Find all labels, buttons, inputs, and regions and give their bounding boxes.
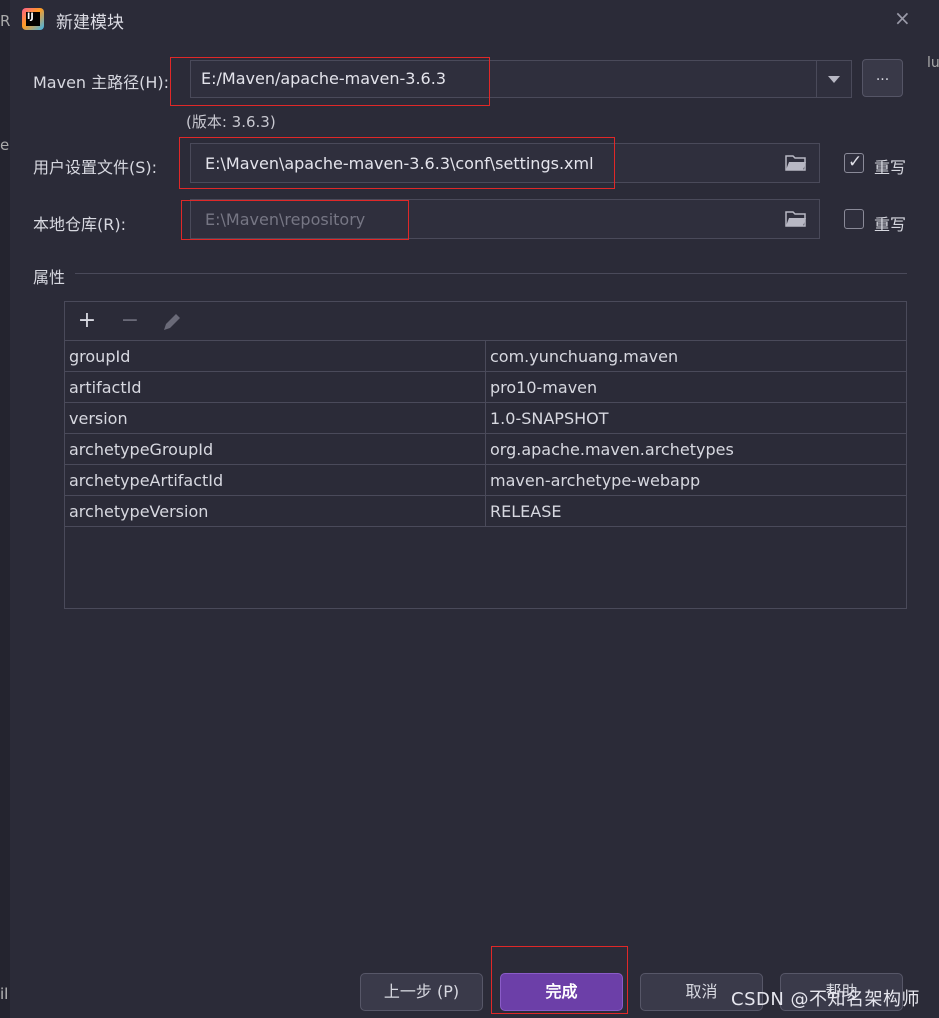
table-row[interactable]: archetypeGroupId org.apache.maven.archety… (65, 433, 906, 465)
property-key[interactable]: archetypeGroupId (65, 433, 486, 465)
folder-icon[interactable] (785, 154, 807, 171)
maven-home-value: E:/Maven/apache-maven-3.6.3 (201, 69, 446, 88)
property-key[interactable]: groupId (65, 341, 486, 372)
property-value[interactable]: RELEASE (485, 495, 906, 527)
plus-icon[interactable]: + (73, 308, 101, 336)
local-repo-value: E:\Maven\repository (205, 210, 366, 229)
user-settings-field[interactable]: E:\Maven\apache-maven-3.6.3\conf\setting… (190, 143, 820, 183)
properties-section-title: 属性 (33, 268, 66, 287)
background-fragment: il (0, 985, 9, 1003)
user-settings-label: 用户设置文件(S): (33, 158, 158, 177)
property-key[interactable]: artifactId (65, 371, 486, 403)
table-row[interactable]: groupId com.yunchuang.maven (65, 341, 906, 372)
background-fragment: e (0, 136, 10, 154)
properties-table: groupId com.yunchuang.maven artifactId pro1… (65, 341, 906, 527)
table-row[interactable]: archetypeArtifactId maven-archetype-webap… (65, 464, 906, 496)
dialog-title: 新建模块 (56, 13, 124, 33)
properties-toolbar: + − (65, 302, 906, 341)
edit-icon[interactable] (160, 310, 184, 334)
maven-home-browse-button[interactable]: ... (862, 59, 903, 97)
property-value[interactable]: 1.0-SNAPSHOT (485, 402, 906, 434)
properties-table-panel: + − groupId com.yunchuang.maven artifactId… (64, 301, 907, 609)
background-ide-strip: R e (0, 0, 10, 1018)
local-repo-label: 本地仓库(R): (33, 215, 126, 234)
close-icon[interactable]: × (894, 6, 911, 30)
user-settings-override-checkbox[interactable]: ✓ (844, 152, 864, 173)
maven-home-label: Maven 主路径(H): (33, 73, 170, 92)
scrollbar[interactable] (907, 609, 909, 959)
checkmark-icon: ✓ (848, 152, 863, 172)
section-divider (75, 273, 907, 274)
table-row[interactable]: artifactId pro10-maven (65, 371, 906, 403)
local-repo-field[interactable]: E:\Maven\repository (190, 199, 820, 239)
property-value[interactable]: com.yunchuang.maven (485, 341, 906, 372)
user-settings-override-label: 重写 (874, 158, 907, 177)
maven-home-combobox[interactable]: E:/Maven/apache-maven-3.6.3 (190, 60, 852, 98)
background-fragment: lu (927, 55, 939, 71)
maven-version-note: (版本: 3.6.3) (186, 113, 276, 131)
local-repo-override-label: 重写 (874, 215, 907, 234)
property-key[interactable]: archetypeArtifactId (65, 464, 486, 496)
table-row[interactable]: version 1.0-SNAPSHOT (65, 402, 906, 434)
property-key[interactable]: archetypeVersion (65, 495, 486, 527)
property-key[interactable]: version (65, 402, 486, 434)
property-value[interactable]: org.apache.maven.archetypes (485, 433, 906, 465)
table-row[interactable]: archetypeVersion RELEASE (65, 495, 906, 527)
dialog-titlebar: IJ 新建模块 × (10, 0, 939, 38)
user-settings-value: E:\Maven\apache-maven-3.6.3\conf\setting… (205, 154, 594, 173)
property-value[interactable]: maven-archetype-webapp (485, 464, 906, 496)
background-fragment: R (0, 12, 11, 30)
maven-home-dropdown-button[interactable] (816, 61, 851, 97)
watermark: CSDN @不知名架构师 (731, 989, 921, 1010)
chevron-down-icon (828, 76, 840, 83)
intellij-icon: IJ (22, 8, 44, 30)
prev-button[interactable]: 上一步 (P) (360, 973, 483, 1011)
property-value[interactable]: pro10-maven (485, 371, 906, 403)
folder-icon[interactable] (785, 210, 807, 227)
minus-icon[interactable]: − (116, 308, 144, 336)
local-repo-override-checkbox[interactable] (844, 209, 864, 229)
finish-button[interactable]: 完成 (500, 973, 623, 1011)
